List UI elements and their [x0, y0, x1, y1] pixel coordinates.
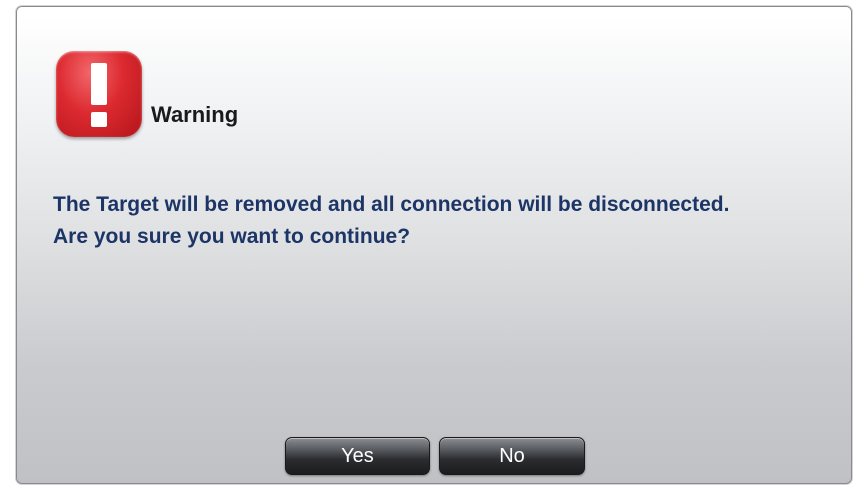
- exclamation-warning-icon: [56, 51, 142, 137]
- dialog-title: Warning: [151, 102, 239, 127]
- yes-button[interactable]: Yes: [285, 437, 430, 475]
- dialog-gloss: [17, 7, 851, 47]
- dialog-message: The Target will be removed and all conne…: [53, 193, 730, 248]
- exclamation-dot: [91, 112, 107, 127]
- warning-dialog: Warning The Target will be removed and a…: [16, 6, 852, 484]
- exclamation-bar: [91, 63, 107, 105]
- no-button[interactable]: No: [439, 437, 585, 475]
